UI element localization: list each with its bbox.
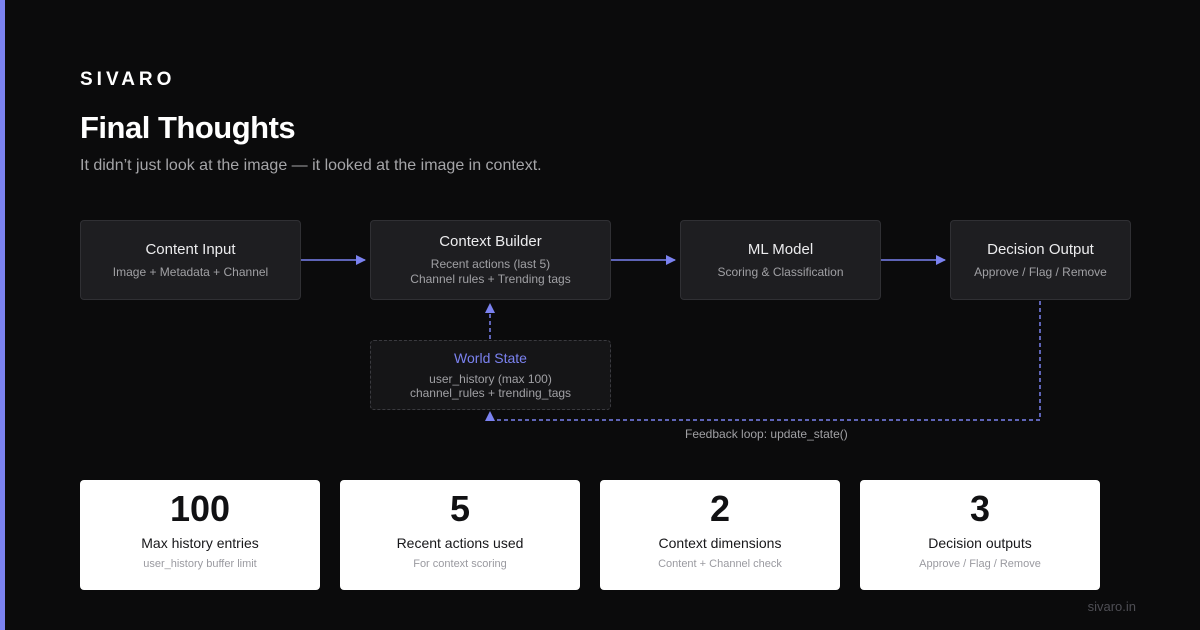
stat-label: Max history entries bbox=[141, 535, 259, 551]
node-name: Context Builder bbox=[439, 233, 542, 250]
stat-card-decision-outputs: 3 Decision outputs Approve / Flag / Remo… bbox=[860, 480, 1100, 590]
footer-url: sivaro.in bbox=[1087, 599, 1136, 614]
node-desc-line-1: Recent actions (last 5) bbox=[430, 257, 551, 271]
node-content-input: Content Input Image + Metadata + Channel bbox=[80, 220, 301, 300]
stat-label: Context dimensions bbox=[658, 535, 782, 551]
stat-value: 3 bbox=[969, 488, 991, 529]
stat-label: Decision outputs bbox=[928, 535, 1032, 551]
node-name: Decision Output bbox=[987, 240, 1094, 258]
stat-sub: user_history buffer limit bbox=[143, 558, 257, 570]
feedback-loop-label: Feedback loop: update_state() bbox=[685, 427, 848, 441]
stat-sub: Approve / Flag / Remove bbox=[919, 558, 1041, 570]
stat-card-max-history: 100 Max history entries user_history buf… bbox=[80, 480, 320, 590]
stat-card-recent-actions: 5 Recent actions used For context scorin… bbox=[340, 480, 580, 590]
stat-sub: Content + Channel check bbox=[658, 558, 782, 570]
node-ml-model: ML Model Scoring & Classification bbox=[680, 220, 881, 300]
stat-label: Recent actions used bbox=[396, 535, 524, 551]
node-desc: Scoring & Classification bbox=[717, 264, 844, 279]
node-desc-line-2: channel_rules + trending_tags bbox=[409, 386, 572, 400]
stat-card-context-dimensions: 2 Context dimensions Content + Channel c… bbox=[600, 480, 840, 590]
node-name: Content Input bbox=[145, 240, 236, 258]
node-desc-line-2: Channel rules + Trending tags bbox=[410, 272, 571, 286]
node-world-state: World State user_history (max 100) chann… bbox=[370, 340, 611, 410]
node-desc: Approve / Flag / Remove bbox=[974, 264, 1107, 279]
stat-value: 100 bbox=[169, 488, 231, 529]
stat-value: 2 bbox=[709, 488, 731, 529]
node-desc-line-1: user_history (max 100) bbox=[429, 372, 552, 386]
node-desc: Image + Metadata + Channel bbox=[112, 264, 269, 279]
stat-sub: For context scoring bbox=[413, 558, 507, 570]
node-name: World State bbox=[454, 350, 527, 366]
node-name: ML Model bbox=[747, 240, 814, 258]
node-context-builder: Context Builder Recent actions (last 5) … bbox=[370, 220, 611, 300]
node-decision-output: Decision Output Approve / Flag / Remove bbox=[950, 220, 1131, 300]
stat-value: 5 bbox=[449, 488, 471, 529]
